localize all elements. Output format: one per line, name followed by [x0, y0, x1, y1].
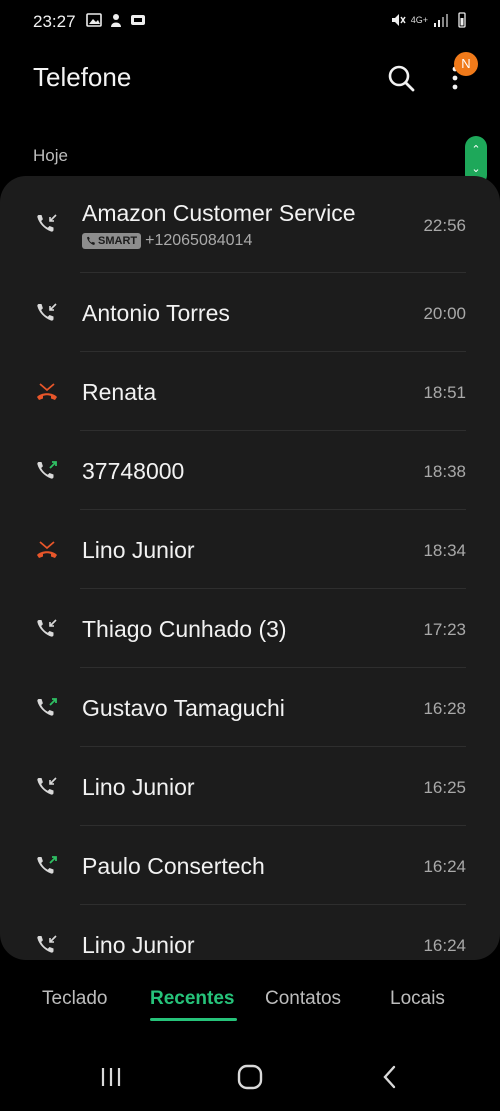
status-system-icons: 4G+ [390, 12, 470, 28]
call-details: SMART +12065084014 [82, 232, 252, 250]
status-notification-icons [86, 12, 146, 28]
call-row[interactable]: Paulo Consertech 16:24 [0, 826, 500, 905]
tab-locais[interactable]: Locais [390, 988, 445, 1010]
call-time: 17:23 [423, 620, 466, 639]
contact-name: Amazon Customer Service [82, 200, 356, 226]
network-type: 4G+ [410, 14, 428, 25]
outgoing-call-icon [37, 698, 57, 716]
incoming-call-icon [37, 303, 57, 321]
mute-icon [391, 14, 406, 26]
incoming-call-icon [37, 777, 57, 795]
tab-contatos[interactable]: Contatos [265, 988, 341, 1010]
recent-apps-icon[interactable] [96, 1062, 126, 1092]
contact-name: Thiago Cunhado (3) [82, 616, 287, 642]
app-notification-icon [131, 15, 145, 25]
app-header: Telefone [0, 50, 500, 106]
call-row[interactable]: Lino Junior 18:34 [0, 510, 500, 589]
recent-calls-list: Amazon Customer Service SMART +120650840… [0, 176, 500, 960]
system-navigation-bar [0, 1040, 500, 1111]
notification-badge: N [454, 52, 478, 76]
contact-name: Renata [82, 379, 157, 405]
active-tab-indicator [150, 1018, 237, 1021]
smart-call-badge: SMART [82, 233, 142, 249]
call-time: 16:25 [423, 778, 466, 797]
call-row[interactable]: Lino Junior 16:24 [0, 905, 500, 960]
hand-icon [111, 14, 121, 27]
call-time: 18:38 [423, 462, 466, 481]
contact-name: Antonio Torres [82, 300, 230, 326]
call-time: 18:51 [423, 383, 466, 402]
contact-name: 37748000 [82, 458, 185, 484]
gallery-icon [86, 13, 102, 27]
call-time: 16:28 [423, 699, 466, 718]
chevron-down-icon: ⌄ [471, 163, 481, 175]
call-time: 22:56 [423, 216, 466, 235]
missed-call-icon [37, 541, 57, 558]
battery-icon [458, 12, 466, 28]
incoming-call-icon [37, 935, 57, 953]
call-row[interactable]: Lino Junior 16:25 [0, 747, 500, 826]
call-time: 18:34 [423, 541, 466, 560]
call-time: 16:24 [423, 936, 466, 955]
back-icon[interactable] [375, 1062, 405, 1092]
bottom-tab-bar: Teclado Recentes Contatos Locais [0, 976, 500, 1026]
tab-teclado[interactable]: Teclado [42, 988, 108, 1010]
contact-name: Gustavo Tamaguchi [82, 695, 285, 721]
call-row[interactable]: Gustavo Tamaguchi 16:28 [0, 668, 500, 747]
status-time: 23:27 [33, 12, 76, 31]
signal-icon [434, 14, 448, 27]
call-row[interactable]: 37748000 18:38 [0, 431, 500, 510]
call-time: 20:00 [423, 304, 466, 323]
search-icon[interactable] [385, 62, 417, 94]
contact-name: Lino Junior [82, 774, 195, 800]
smart-badge-label: SMART [98, 235, 138, 247]
call-row[interactable]: Amazon Customer Service SMART +120650840… [0, 176, 500, 273]
phone-number: +12065084014 [145, 232, 253, 249]
status-bar: 23:27 4G+ [0, 0, 500, 44]
contact-name: Lino Junior [82, 932, 195, 958]
call-row[interactable]: Antonio Torres 20:00 [0, 273, 500, 352]
call-row[interactable]: Renata 18:51 [0, 352, 500, 431]
contact-name: Lino Junior [82, 537, 195, 563]
incoming-call-icon [37, 619, 57, 637]
page-title: Telefone [33, 62, 132, 92]
section-header-today: Hoje [33, 146, 68, 165]
phone-icon [87, 236, 95, 245]
contact-name: Paulo Consertech [82, 853, 265, 879]
missed-call-icon [37, 383, 57, 400]
home-icon[interactable] [235, 1062, 265, 1092]
outgoing-call-icon [37, 856, 57, 874]
outgoing-call-icon [37, 461, 57, 479]
call-row[interactable]: Thiago Cunhado (3) 17:23 [0, 589, 500, 668]
chevron-up-icon: ⌃ [471, 144, 481, 156]
tab-recentes[interactable]: Recentes [150, 988, 235, 1010]
call-time: 16:24 [423, 857, 466, 876]
incoming-call-icon [37, 214, 57, 232]
